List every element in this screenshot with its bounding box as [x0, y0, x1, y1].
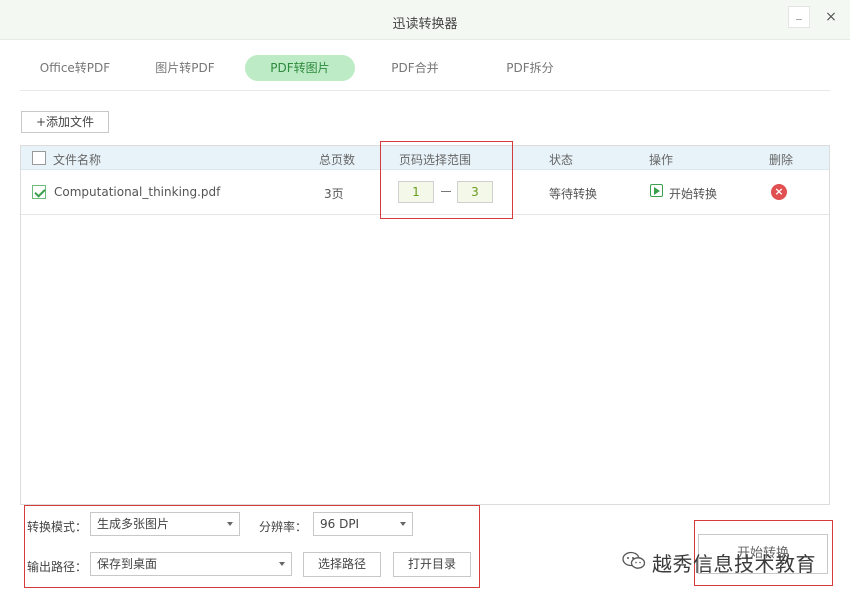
resolution-value: 96 DPI: [320, 517, 360, 531]
title-bar: 迅读转换器 – ×: [0, 0, 850, 40]
select-all-checkbox[interactable]: [32, 151, 46, 165]
col-header-status: 状态: [549, 153, 574, 167]
minimize-button[interactable]: –: [788, 6, 810, 28]
tab-office-to-pdf[interactable]: Office转PDF: [30, 55, 120, 81]
play-icon[interactable]: [650, 184, 663, 197]
col-header-name: 文件名称: [53, 153, 102, 167]
delete-icon[interactable]: ×: [771, 184, 787, 200]
mode-value: 生成多张图片: [97, 517, 170, 531]
col-header-action: 操作: [649, 153, 674, 167]
page-count: 3页: [324, 187, 344, 201]
tab-pdf-merge[interactable]: PDF合并: [375, 55, 455, 81]
window-title: 迅读转换器: [392, 17, 458, 32]
tab-pdf-to-image[interactable]: PDF转图片: [245, 55, 355, 81]
output-label: 输出路径：: [27, 560, 88, 574]
open-directory-button[interactable]: 打开目录: [393, 552, 471, 577]
mode-label: 转换模式：: [27, 520, 88, 534]
row-checkbox[interactable]: [32, 185, 46, 199]
add-file-button[interactable]: +添加文件: [21, 111, 109, 133]
resolution-select[interactable]: 96 DPI: [313, 512, 413, 536]
tab-bar: Office转PDF 图片转PDF PDF转图片 PDF合并 PDF拆分: [20, 55, 830, 91]
output-path-value: 保存到桌面: [97, 557, 158, 571]
chevron-down-icon: [279, 562, 285, 566]
resolution-label: 分辨率：: [259, 520, 308, 534]
tab-pdf-split[interactable]: PDF拆分: [490, 55, 570, 81]
range-highlight-box: [380, 141, 513, 219]
close-icon: ×: [825, 9, 837, 25]
wechat-icon: [622, 551, 646, 569]
col-header-delete: 删除: [769, 153, 794, 167]
file-name: Computational_thinking.pdf: [54, 185, 221, 199]
tab-image-to-pdf[interactable]: 图片转PDF: [145, 55, 225, 81]
col-header-pages: 总页数: [319, 153, 356, 167]
output-path-select[interactable]: 保存到桌面: [90, 552, 292, 576]
watermark-text: 越秀信息技术教育: [652, 552, 816, 576]
chevron-down-icon: [227, 522, 233, 526]
start-convert-link[interactable]: 开始转换: [669, 185, 717, 202]
mode-select[interactable]: 生成多张图片: [90, 512, 240, 536]
close-button[interactable]: ×: [820, 6, 842, 28]
minimize-icon: –: [795, 9, 803, 27]
chevron-down-icon: [400, 522, 406, 526]
choose-path-button[interactable]: 选择路径: [303, 552, 381, 577]
row-status: 等待转换: [549, 187, 598, 201]
